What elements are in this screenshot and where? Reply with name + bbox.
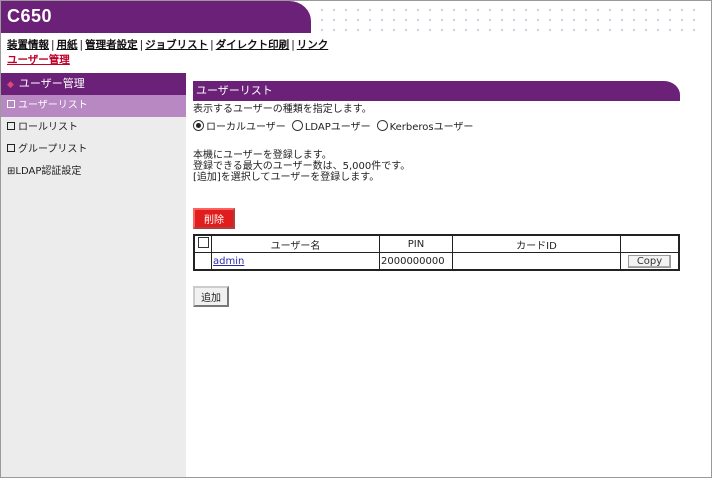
current-page-link[interactable]: ユーザー管理 [7,52,70,67]
sidebar-item-label: グループリスト [18,144,88,155]
table-header-row: ユーザー名 PIN カードID [193,234,680,253]
row-select-cell [193,252,212,271]
column-header-card-id: カードID [452,234,621,253]
select-all-checkbox[interactable] [197,237,209,248]
sidebar-item-group-list[interactable]: グループリスト [1,139,186,161]
square-bullet-icon [7,122,15,130]
select-all-header [193,234,212,253]
diamond-bullet-icon: ◆ [7,80,14,90]
description-line: [追加]を選択してユーザーを登録します。 [193,172,380,183]
model-name: C650 [7,6,53,26]
sidebar-heading: ◆ ユーザー管理 [1,73,186,95]
square-bullet-icon [7,144,15,152]
decorative-dot-pattern [316,5,696,39]
top-nav: 装置情報 | 用紙 | 管理者設定 | ジョブリスト | ダイレクト印刷 | リンク [7,39,329,51]
square-bullet-icon [7,100,15,108]
table-row: admin 2000000000 Copy [193,252,680,271]
app-window: C650 装置情報 | 用紙 | 管理者設定 | ジョブリスト | ダイレクト印刷 | リンク ユー… [0,0,712,478]
section-title: ユーザーリスト [193,81,680,101]
radio-local-user[interactable]: ローカルユーザー [193,118,286,133]
add-button[interactable]: 追加 [193,286,229,307]
nav-link[interactable]: リンク [297,39,329,51]
nav-direct-print[interactable]: ダイレクト印刷 [216,39,290,51]
radio-label: LDAPユーザー [304,122,371,133]
radio-ldap-user[interactable]: LDAPユーザー [291,118,371,133]
sidebar-item-user-list[interactable]: ユーザーリスト [1,95,186,117]
username-link[interactable]: admin [213,256,244,267]
radio-label: Kerberosユーザー [389,122,474,133]
nav-job-list[interactable]: ジョブリスト [145,39,208,51]
instruction-text: 表示するユーザーの種類を指定します。 [193,104,372,115]
radio-unchecked-icon [291,120,303,131]
sidebar: ◆ ユーザー管理 ユーザーリスト ロールリスト グループリスト ⊞LDAP認証設定 [1,73,186,477]
sidebar-item-label: ロールリスト [18,122,78,133]
sidebar-item-label: ユーザーリスト [18,100,88,111]
user-table: ユーザー名 PIN カードID admin 2000000000 Copy [193,234,680,271]
sidebar-item-label: LDAP認証設定 [15,166,82,177]
nav-admin-settings[interactable]: 管理者設定 [85,39,138,51]
radio-label: ローカルユーザー [206,122,286,133]
user-type-radio-group: ローカルユーザー LDAPユーザー Kerberosユーザー [193,118,693,133]
column-header-copy [620,234,680,253]
radio-unchecked-icon [376,120,388,131]
card-id-cell [452,252,621,271]
username-cell: admin [211,252,380,271]
pin-cell: 2000000000 [379,252,453,271]
sidebar-heading-label: ユーザー管理 [18,77,85,90]
main-content: ユーザーリスト 表示するユーザーの種類を指定します。 ローカルユーザー LDAP… [193,81,693,307]
nav-device-info[interactable]: 装置情報 [7,39,49,51]
sidebar-item-role-list[interactable]: ロールリスト [1,117,186,139]
column-header-username: ユーザー名 [211,234,380,253]
nav-paper[interactable]: 用紙 [57,39,78,51]
radio-checked-icon [193,120,204,131]
radio-kerberos-user[interactable]: Kerberosユーザー [376,118,474,133]
delete-button[interactable]: 削除 [193,208,235,229]
description-line: 登録できる最大のユーザー数は、5,000件です。 [193,161,411,172]
sidebar-item-ldap-auth[interactable]: ⊞LDAP認証設定 [1,161,186,183]
description-block: 本機にユーザーを登録します。 登録できる最大のユーザー数は、5,000件です。 … [193,150,693,183]
description-line: 本機にユーザーを登録します。 [193,150,332,161]
copy-button[interactable]: Copy [627,254,672,268]
column-header-pin: PIN [379,234,453,253]
copy-cell: Copy [620,252,680,271]
title-bar: C650 [1,1,311,33]
